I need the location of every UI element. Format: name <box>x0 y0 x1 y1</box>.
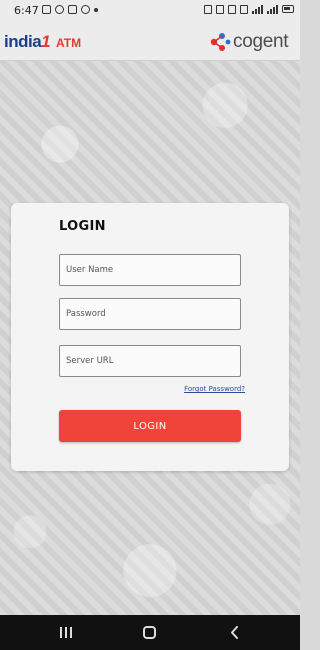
whatsapp-icon <box>81 5 90 14</box>
status-bar: 6:47 <box>0 0 300 22</box>
india1-atm-logo: india1 <box>4 32 51 52</box>
server-url-field[interactable] <box>59 345 241 377</box>
password-field[interactable] <box>59 298 241 330</box>
login-button[interactable]: LOGIN <box>59 410 241 442</box>
username-field[interactable] <box>59 254 241 286</box>
wifi-icon <box>240 4 248 14</box>
status-time: 6:47 <box>14 4 39 17</box>
logo-india-text: india <box>4 32 42 51</box>
more-notifications-icon <box>94 8 98 12</box>
forgot-password-link[interactable]: Forgot Password? <box>184 385 245 393</box>
alarm-icon <box>204 4 212 14</box>
location-icon <box>228 4 236 14</box>
logo-atm-text: ATM <box>56 36 82 50</box>
instagram-icon <box>55 5 64 14</box>
mute-icon <box>216 4 224 14</box>
notification-icons <box>42 5 98 14</box>
gallery-icon <box>42 5 51 14</box>
home-icon[interactable] <box>143 626 156 639</box>
signal-1-icon <box>252 4 263 14</box>
navigation-bar <box>0 615 300 650</box>
login-card: LOGIN Forgot Password? LOGIN <box>11 203 289 471</box>
cogent-mark-icon <box>210 33 231 51</box>
login-title: LOGIN <box>59 219 106 234</box>
recent-apps-icon[interactable] <box>60 627 72 638</box>
signal-2-icon <box>267 4 278 14</box>
logo-one-text: 1 <box>41 32 51 51</box>
battery-icon <box>282 5 294 13</box>
back-icon[interactable] <box>229 626 241 639</box>
app-header: india1 ATM cogent <box>0 22 300 61</box>
cogent-logo-text: cogent <box>233 31 289 52</box>
message-icon <box>68 5 77 14</box>
system-icons <box>204 4 294 14</box>
